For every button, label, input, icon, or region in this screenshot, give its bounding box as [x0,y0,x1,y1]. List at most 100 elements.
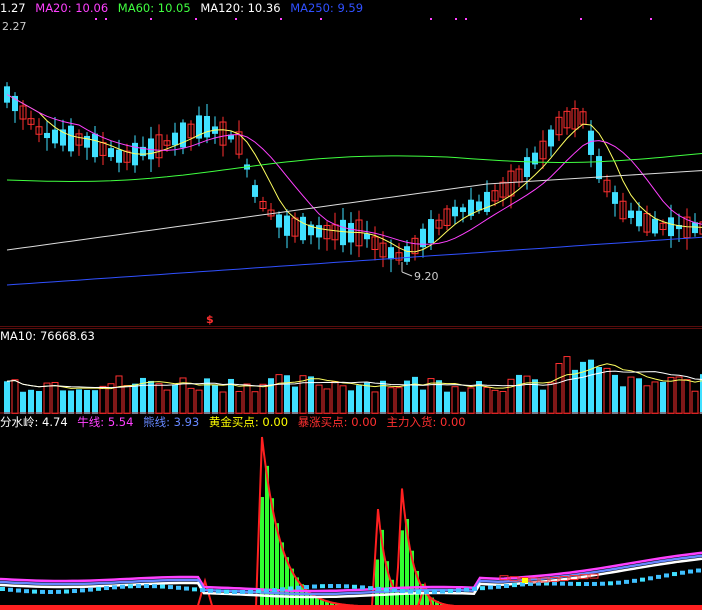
candle-body [612,192,618,204]
volume-bar [99,385,107,414]
signal-dot [328,584,333,589]
indicator-chart[interactable] [0,414,702,610]
signal-dot [240,589,245,594]
signal-dot [192,587,197,592]
legend-fenshuiling: 分水岭: 4.74 [0,415,68,429]
volume-bar [620,386,626,414]
volume-bar [356,385,362,414]
volume-bar [627,376,635,414]
volume-bar [115,375,123,414]
candle-body [428,219,434,244]
volume-bar [436,380,442,414]
volume-bar [572,369,578,414]
signal-dot [608,581,613,586]
legend-ma20: MA20: 10.06 [35,1,109,15]
candle-body [652,218,658,234]
volume-bar [691,390,699,414]
candle-body [404,246,410,262]
signal-dot [320,18,322,20]
signal-dot [416,589,421,594]
volume-bar [412,376,418,414]
candle-body [52,129,58,144]
volume-bar [612,374,618,414]
signal-dot [80,588,85,593]
volume-bar [603,367,611,414]
signal-dot [496,584,501,589]
candle-body [340,219,346,246]
indicator-panel[interactable]: 分水岭: 4.74 牛线: 5.54 熊线: 3.93 黄金买点: 0.00 暴… [0,414,702,610]
volume-bar [28,389,34,414]
volume-bar [92,390,98,414]
volume-bar [331,381,339,414]
volume-bar [275,374,283,414]
volume-bar [11,379,19,414]
volume-bar [155,383,163,414]
candle-body [68,125,74,152]
signal-dot [56,589,61,594]
signal-dot [216,589,221,594]
signal-dot [648,576,653,581]
candle-body [300,216,306,241]
signal-dot [672,572,677,577]
volume-bar [499,390,507,414]
signal-dot [48,589,53,594]
volume-bar [76,389,82,414]
candle-body [524,157,530,178]
volume-bar [308,376,314,414]
signal-dot [465,18,467,20]
candle-body [252,185,258,197]
volume-bar [348,390,354,414]
signal-dot [288,586,293,591]
volume-panel[interactable]: MA10: 76668.63 [0,328,702,414]
gold-signal [522,578,528,583]
histogram-bar [400,530,404,607]
price-panel[interactable]: 1.27 MA20: 10.06 MA60: 10.05 MA120: 10.3… [0,0,702,327]
volume-bar [251,391,259,414]
signal-dot [696,568,701,573]
volume-bar [243,383,251,414]
volume-bar [268,378,274,414]
legend-huangjin: 黄金买点: 0.00 [208,415,289,429]
signal-dot [624,579,629,584]
volume-bar [547,382,555,414]
signal-dot [235,18,237,20]
volume-bar [444,391,450,414]
candle-body [596,156,602,180]
legend-niuxian: 牛线: 5.54 [77,415,134,429]
signal-dot [152,584,157,589]
volume-bar [212,384,218,414]
volume-bar [460,391,466,414]
signal-dot [232,589,237,594]
signal-dot [616,580,621,585]
signal-dot [480,586,485,591]
signal-dot [312,584,317,589]
ma120-line [6,170,702,251]
candlestick-chart[interactable] [0,0,702,327]
volume-bar [60,390,66,414]
signal-dot [456,588,461,593]
indicator-legend: 分水岭: 4.74 牛线: 5.54 熊线: 3.93 黄金买点: 0.00 暴… [0,414,472,430]
signal-dot [280,18,282,20]
volume-bar [483,386,491,414]
volume-bar [643,385,651,414]
signal-dot [504,584,509,589]
volume-bar [467,387,475,414]
candle-body [316,225,322,238]
volume-chart[interactable] [0,328,702,414]
signal-dot [160,584,165,589]
signal-dot [650,18,652,20]
volume-bar [563,356,571,414]
signal-dot [640,577,645,582]
signal-dot [430,18,432,20]
candle-body [92,133,98,158]
volume-bar [675,376,683,414]
signal-dot [150,18,152,20]
signal-dot [376,586,381,591]
volume-bar [235,390,243,414]
legend-ma250: MA250: 9.59 [290,1,364,15]
candle-body [172,132,178,146]
signal-dot [64,589,69,594]
volume-bar [36,390,42,414]
candle-body [388,247,394,260]
signal-dot [392,588,397,593]
